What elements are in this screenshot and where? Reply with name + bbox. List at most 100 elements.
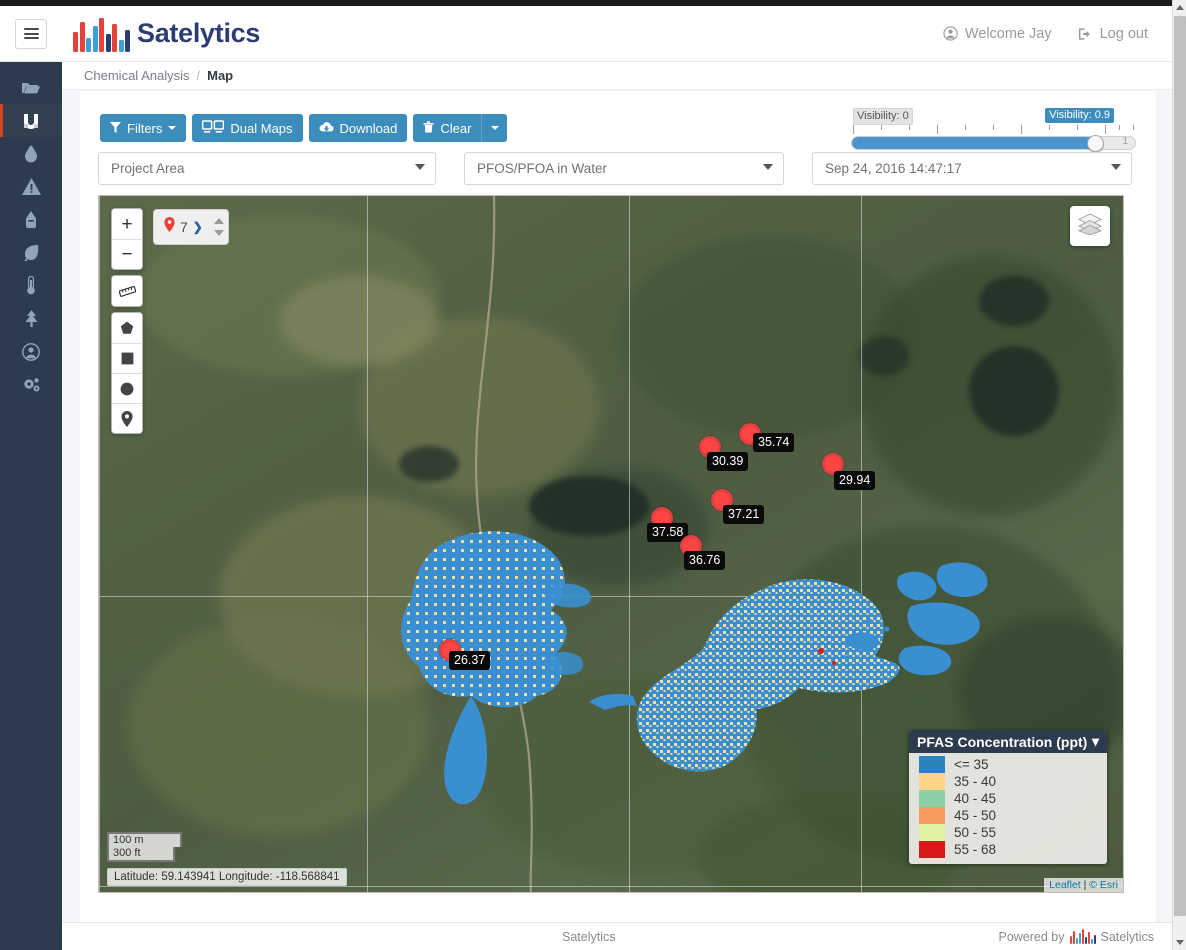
marker-value-label: 29.94 <box>834 471 876 490</box>
rectangle-icon[interactable] <box>112 343 142 373</box>
circle-icon[interactable] <box>112 373 142 403</box>
chevron-down-icon[interactable]: ▾ <box>1092 733 1099 750</box>
legend-swatch <box>919 773 945 790</box>
map-legend: PFAS Concentration (ppt) ▾ <= 35 35 - 40 <box>909 730 1107 864</box>
sidebar-item-water[interactable] <box>0 137 62 170</box>
visibility-slider-track[interactable]: 1 <box>851 135 1136 152</box>
analyte-select[interactable]: PFOS/PFOA in Water <box>464 152 784 185</box>
legend-label: <= 35 <box>954 757 989 772</box>
dual-maps-button[interactable]: Dual Maps <box>192 114 303 142</box>
project-area-value: Project Area <box>111 161 185 176</box>
legend-row: 55 - 68 <box>919 841 1107 858</box>
stepper-down-icon[interactable] <box>213 230 224 236</box>
footer-powered-by: Powered by Satelytics <box>998 929 1154 944</box>
map-panel: Filters Dual Maps Download Clear Visibil… <box>80 91 1156 934</box>
leaflet-map[interactable]: + − 7 ❯ 30.39 35.74 29.94 37.21 37.58 36… <box>98 195 1124 893</box>
visibility-min-label: Visibility: 0 <box>853 108 913 125</box>
clear-label: Clear <box>440 120 472 136</box>
chevron-down-icon[interactable]: ❯ <box>193 220 203 234</box>
filter-icon <box>110 121 121 136</box>
sidebar-item-projects[interactable] <box>0 71 62 104</box>
logout-button[interactable]: Log out <box>1078 26 1148 42</box>
visibility-slider-fill <box>852 137 1096 149</box>
sidebar-item-alerts[interactable] <box>0 170 62 203</box>
oil-derrick-icon <box>23 210 39 229</box>
scale-metric: 100 m <box>107 832 182 847</box>
zoom-controls: + − <box>111 208 143 270</box>
chevron-down-icon <box>763 164 773 170</box>
clear-dropdown-toggle[interactable] <box>481 114 508 142</box>
coordinate-readout: Latitude: 59.143941 Longitude: -118.5688… <box>107 868 347 886</box>
breadcrumb-current: Map <box>207 68 234 83</box>
download-button[interactable]: Download <box>308 114 408 142</box>
leaflet-link[interactable]: Leaflet <box>1049 879 1081 891</box>
visibility-current-label: Visibility: 0.9 <box>1045 108 1114 123</box>
sidebar-item-forestry[interactable] <box>0 302 62 335</box>
page-root: Satelytics Welcome Jay Log out Chemical … <box>0 0 1186 950</box>
map-pin-icon[interactable] <box>112 403 142 433</box>
clear-button[interactable]: Clear <box>413 114 482 142</box>
left-sidebar <box>0 62 62 950</box>
sidebar-item-temperature[interactable] <box>0 269 62 302</box>
project-area-select[interactable]: Project Area <box>98 152 436 185</box>
draw-controls <box>111 312 143 434</box>
sidebar-item-oil-and-gas[interactable] <box>0 203 62 236</box>
zoom-out-button[interactable]: − <box>112 239 142 269</box>
footer-right-label: Satelytics <box>1100 929 1155 944</box>
legend-header[interactable]: PFAS Concentration (ppt) ▾ <box>909 730 1107 753</box>
scroll-down-arrow[interactable] <box>1173 935 1186 950</box>
logo-bars-icon <box>1069 929 1096 944</box>
breadcrumb-separator: / <box>196 68 201 83</box>
sidebar-item-account[interactable] <box>0 335 62 368</box>
datetime-select[interactable]: Sep 24, 2016 14:47:17 <box>812 152 1132 185</box>
breadcrumb-parent[interactable]: Chemical Analysis <box>84 68 190 83</box>
legend-body: <= 35 35 - 40 40 - 45 45 - 50 50 - 55 55… <box>909 753 1107 864</box>
legend-row: 35 - 40 <box>919 773 1107 790</box>
hamburger-menu-button[interactable] <box>15 18 47 49</box>
legend-swatch <box>919 807 945 824</box>
scroll-thumb[interactable] <box>1174 16 1186 916</box>
scroll-up-arrow[interactable] <box>1173 0 1186 15</box>
datetime-value: Sep 24, 2016 14:47:17 <box>825 161 962 176</box>
zoom-in-button[interactable]: + <box>112 209 142 239</box>
app-footer: Satelytics Powered by Satelytics <box>62 922 1172 950</box>
map-pin-icon <box>164 217 175 237</box>
attribution-separator: | <box>1083 879 1087 891</box>
legend-label: 35 - 40 <box>954 774 997 789</box>
folder-open-icon <box>21 80 41 96</box>
sidebar-item-settings[interactable] <box>0 368 62 401</box>
app-header: Satelytics Welcome Jay Log out <box>0 6 1172 62</box>
sign-out-icon <box>1078 27 1093 41</box>
brand-name: Satelytics <box>137 18 261 48</box>
leaf-icon <box>22 244 40 262</box>
polygon-icon[interactable] <box>112 313 142 343</box>
header-actions: Welcome Jay Log out <box>943 26 1148 42</box>
filters-button[interactable]: Filters <box>100 114 187 142</box>
esri-link[interactable]: © Esri <box>1089 879 1118 891</box>
ruler-icon[interactable] <box>112 276 142 306</box>
welcome-label: Welcome Jay <box>964 25 1052 42</box>
download-label: Download <box>339 120 398 136</box>
legend-swatch <box>919 824 945 841</box>
page-scrollbar[interactable] <box>1172 0 1186 950</box>
marker-value-label: 36.76 <box>684 551 726 570</box>
stepper-up-icon[interactable] <box>213 218 224 224</box>
map-scale: 100 m 300 ft <box>107 832 182 862</box>
legend-label: 40 - 45 <box>954 791 997 806</box>
brand-logo[interactable]: Satelytics <box>73 16 260 52</box>
marker-count-stepper[interactable] <box>213 218 224 236</box>
marker-count-control[interactable]: 7 ❯ <box>153 209 229 245</box>
layers-control-button[interactable] <box>1070 206 1110 246</box>
legend-row: 45 - 50 <box>919 807 1107 824</box>
sidebar-item-chemical-analysis[interactable] <box>0 104 62 137</box>
logo-bars-icon <box>73 16 130 52</box>
legend-label: 45 - 50 <box>954 808 997 823</box>
magnet-icon <box>22 112 40 130</box>
welcome-user[interactable]: Welcome Jay <box>943 26 1052 42</box>
marker-value-label: 30.39 <box>707 452 749 471</box>
visibility-slider-handle[interactable] <box>1086 135 1104 152</box>
measure-control <box>111 275 143 307</box>
sidebar-item-vegetation[interactable] <box>0 236 62 269</box>
gears-icon <box>22 376 41 393</box>
filters-label: Filters <box>127 120 163 136</box>
